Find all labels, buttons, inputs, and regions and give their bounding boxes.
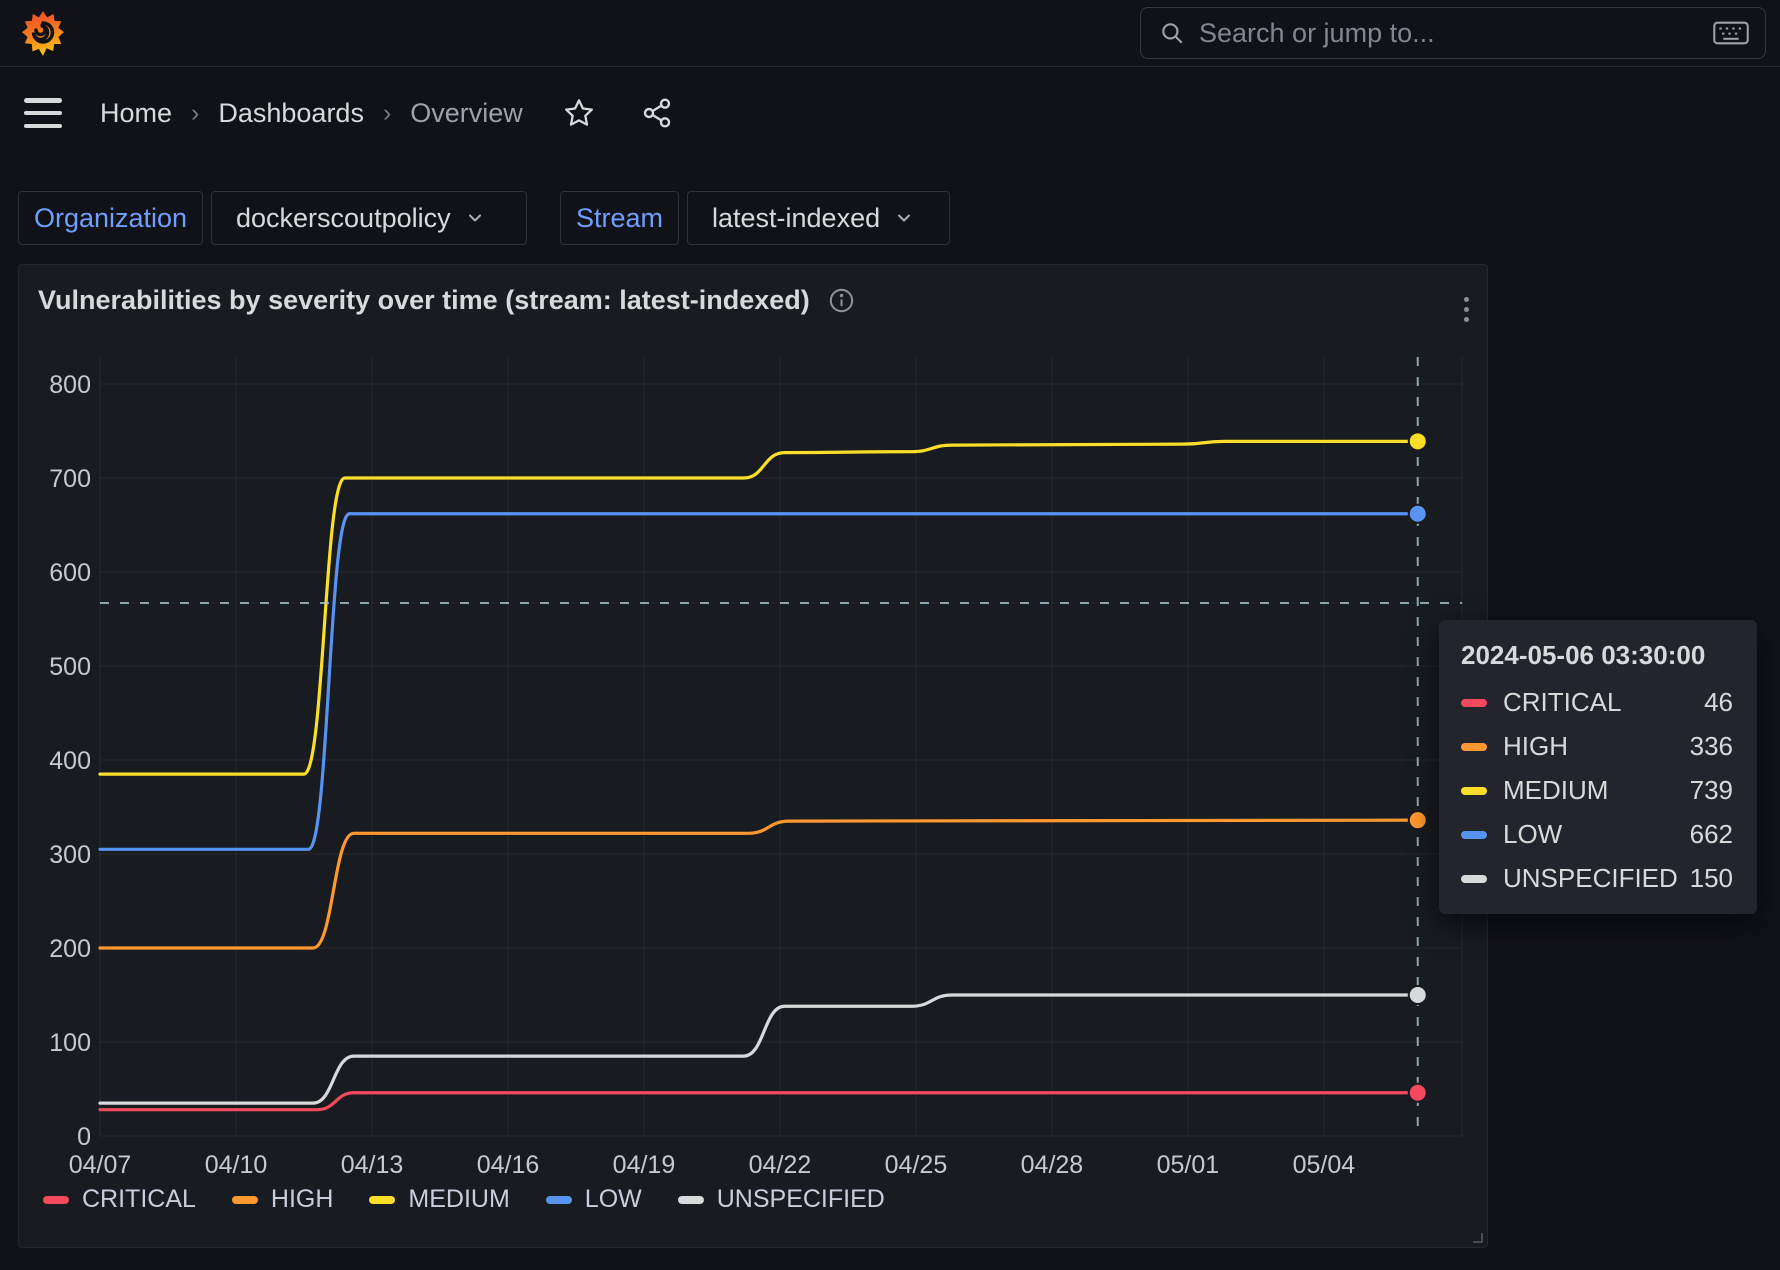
legend-label: LOW [585, 1185, 642, 1214]
y-axis-tick-label: 300 [49, 841, 91, 869]
panel-menu-kebab-icon[interactable] [1451, 287, 1481, 331]
series-endpoint-dot-low [1409, 505, 1427, 523]
tooltip-row-medium: MEDIUM739 [1461, 775, 1733, 806]
tooltip-series-value: 336 [1690, 731, 1733, 762]
x-axis-tick-label: 04/19 [613, 1151, 676, 1179]
chevron-down-icon [894, 208, 914, 228]
y-axis-tick-label: 600 [49, 559, 91, 587]
breadcrumb-separator: › [383, 99, 391, 128]
tooltip-series-value: 739 [1690, 775, 1733, 806]
tooltip-row-high: HIGH336 [1461, 731, 1733, 762]
tooltip-series-value: 150 [1690, 863, 1733, 894]
legend-label: MEDIUM [408, 1185, 509, 1214]
search-input[interactable] [1199, 18, 1713, 49]
series-endpoint-dot-critical [1409, 1084, 1427, 1102]
legend-label: CRITICAL [82, 1185, 196, 1214]
legend-item-unspecified[interactable]: UNSPECIFIED [678, 1185, 885, 1214]
x-axis-tick-label: 04/28 [1021, 1151, 1084, 1179]
stream-variable-value: latest-indexed [712, 203, 880, 234]
tooltip-series-name: LOW [1503, 819, 1690, 850]
legend-swatch-icon [43, 1196, 69, 1204]
y-axis-tick-label: 0 [77, 1123, 91, 1151]
tooltip-timestamp: 2024-05-06 03:30:00 [1461, 640, 1733, 671]
series-line-medium [100, 441, 1418, 774]
tooltip-series-swatch-icon [1461, 875, 1487, 883]
chart-tooltip: 2024-05-06 03:30:00 CRITICAL46HIGH336MED… [1439, 620, 1757, 914]
legend-swatch-icon [232, 1196, 258, 1204]
x-axis-tick-label: 04/07 [69, 1151, 132, 1179]
grafana-app: Home › Dashboards › Overview Organizatio… [0, 0, 1780, 1270]
organization-variable-value: dockerscoutpolicy [236, 203, 451, 234]
legend-item-low[interactable]: LOW [546, 1185, 642, 1214]
tooltip-series-swatch-icon [1461, 831, 1487, 839]
x-axis-tick-label: 04/13 [341, 1151, 404, 1179]
x-axis-tick-label: 04/25 [885, 1151, 948, 1179]
panel-resize-handle[interactable] [1467, 1227, 1483, 1243]
legend-item-critical[interactable]: CRITICAL [43, 1185, 196, 1214]
tooltip-row-critical: CRITICAL46 [1461, 687, 1733, 718]
legend-swatch-icon [369, 1196, 395, 1204]
tooltip-series-name: CRITICAL [1503, 687, 1704, 718]
x-axis-tick-label: 04/10 [205, 1151, 268, 1179]
y-axis-tick-label: 400 [49, 747, 91, 775]
tooltip-row-low: LOW662 [1461, 819, 1733, 850]
tooltip-series-swatch-icon [1461, 699, 1487, 707]
breadcrumb: Home › Dashboards › Overview [100, 98, 523, 129]
info-icon[interactable] [828, 287, 855, 314]
keyboard-icon [1713, 20, 1749, 46]
legend-swatch-icon [546, 1196, 572, 1204]
x-axis-tick-label: 05/01 [1157, 1151, 1220, 1179]
series-endpoint-dot-medium [1409, 432, 1427, 450]
tooltip-series-name: MEDIUM [1503, 775, 1690, 806]
timeseries-panel: 0 100 200 300 400 500 600 700 800 04/07 04/10 04/13… [18, 264, 1488, 1248]
organization-variable-label: Organization [18, 191, 203, 245]
panel-title[interactable]: Vulnerabilities by severity over time (s… [38, 285, 810, 316]
organization-variable-dropdown[interactable]: dockerscoutpolicy [211, 191, 527, 245]
legend-swatch-icon [678, 1196, 704, 1204]
legend-item-medium[interactable]: MEDIUM [369, 1185, 509, 1214]
star-icon[interactable] [563, 97, 595, 129]
x-axis-tick-label: 04/22 [749, 1151, 812, 1179]
series-line-unspecified [100, 995, 1418, 1103]
series-endpoint-dot-unspecified [1409, 986, 1427, 1004]
chevron-down-icon [465, 208, 485, 228]
series-endpoint-dot-high [1409, 811, 1427, 829]
dashboard-variables-row: Organization dockerscoutpolicy Stream la… [18, 191, 950, 245]
x-axis-tick-label: 05/04 [1293, 1151, 1356, 1179]
breadcrumb-row: Home › Dashboards › Overview [0, 68, 1780, 158]
series-line-critical [100, 1093, 1418, 1110]
top-navbar [0, 0, 1780, 67]
series-line-low [100, 514, 1418, 850]
y-axis-tick-label: 700 [49, 465, 91, 493]
tooltip-series-value: 662 [1690, 819, 1733, 850]
breadcrumb-dashboards[interactable]: Dashboards [218, 98, 364, 129]
tooltip-series-swatch-icon [1461, 743, 1487, 751]
breadcrumb-separator: › [191, 99, 199, 128]
tooltip-series-name: HIGH [1503, 731, 1690, 762]
stream-variable-label: Stream [560, 191, 679, 245]
y-axis-tick-label: 500 [49, 653, 91, 681]
y-axis-tick-label: 200 [49, 935, 91, 963]
chart-legend: CRITICAL HIGH MEDIUM LOW UNSPECIFIED [43, 1185, 885, 1214]
legend-label: UNSPECIFIED [717, 1185, 885, 1214]
menu-hamburger-icon[interactable] [24, 98, 62, 128]
tooltip-row-unspecified: UNSPECIFIED150 [1461, 863, 1733, 894]
legend-item-high[interactable]: HIGH [232, 1185, 334, 1214]
timeseries-chart: 0 100 200 300 400 500 600 700 800 04/07 04/10 04/13… [19, 265, 1489, 1249]
breadcrumb-overview: Overview [410, 98, 523, 129]
y-axis-tick-label: 800 [49, 371, 91, 399]
series-line-high [100, 820, 1418, 948]
share-icon[interactable] [641, 97, 673, 129]
tooltip-series-name: UNSPECIFIED [1503, 863, 1690, 894]
grafana-logo-icon[interactable] [22, 9, 64, 58]
tooltip-series-value: 46 [1704, 687, 1733, 718]
stream-variable-dropdown[interactable]: latest-indexed [687, 191, 950, 245]
x-axis-tick-label: 04/16 [477, 1151, 540, 1179]
search-bar[interactable] [1140, 7, 1766, 59]
search-icon [1159, 20, 1185, 46]
tooltip-series-swatch-icon [1461, 787, 1487, 795]
breadcrumb-home[interactable]: Home [100, 98, 172, 129]
legend-label: HIGH [271, 1185, 334, 1214]
y-axis-tick-label: 100 [49, 1029, 91, 1057]
